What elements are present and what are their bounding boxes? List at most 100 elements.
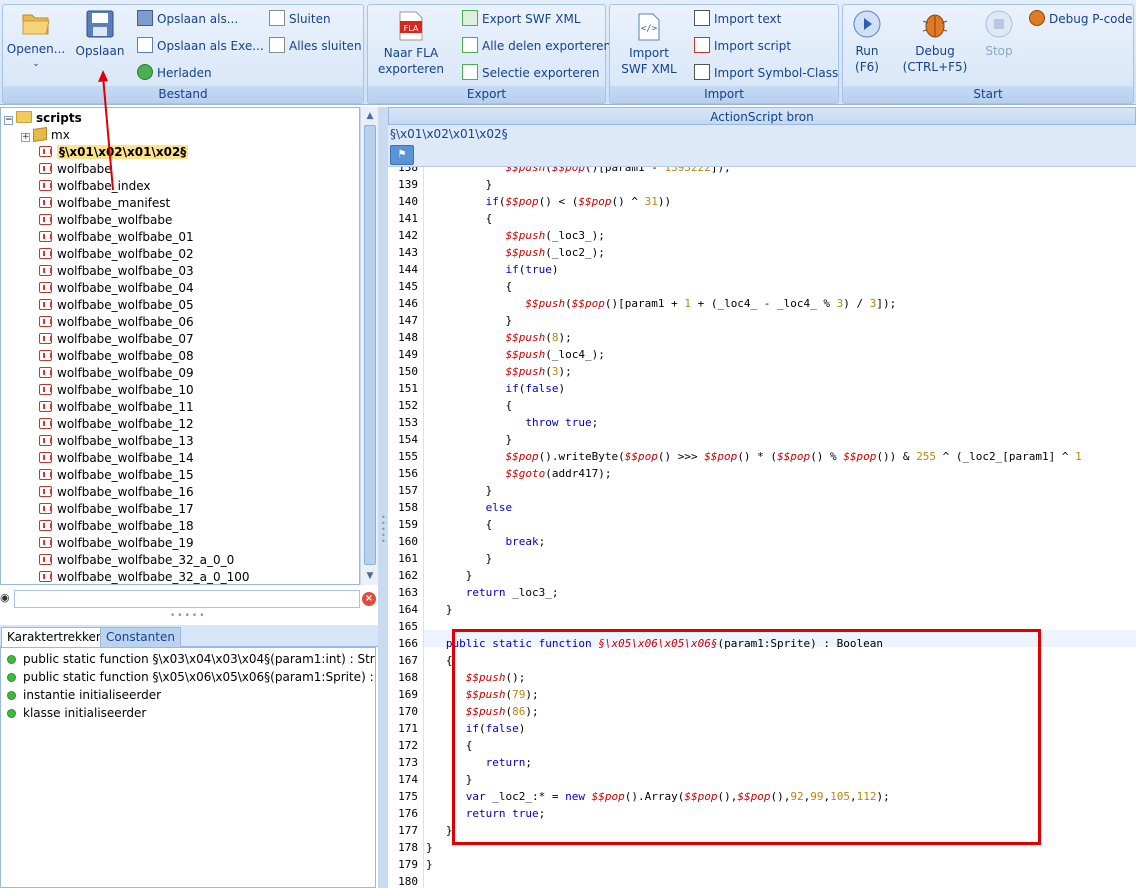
- tree-node-scripts[interactable]: − scripts: [4, 110, 82, 127]
- export-selection-icon: [462, 64, 478, 80]
- line-number: 139: [398, 178, 418, 191]
- import-symbol-class-button[interactable]: Import Symbol-Class: [694, 63, 838, 83]
- tree-node-script[interactable]: wolfbabe_manifest: [39, 195, 170, 212]
- debug-pcode-button[interactable]: Debug P-code: [1029, 9, 1133, 29]
- script-icon: [39, 282, 52, 293]
- code-line: if(false): [505, 382, 566, 395]
- import-text-label: Import text: [714, 12, 782, 26]
- open-button[interactable]: Openen... ⌄: [5, 9, 67, 71]
- code-line: $$push($$pop()[param1 - 1393222]);: [505, 167, 731, 174]
- export-selection-button[interactable]: Selectie exporteren: [462, 63, 599, 83]
- tree-node-label: wolfbabe_wolfbabe_01: [57, 230, 194, 244]
- import-script-icon: [694, 37, 710, 53]
- import-script-label: Import script: [714, 39, 792, 53]
- group-label-start: Start: [843, 86, 1133, 103]
- trait-item[interactable]: klasse initialiseerder: [7, 704, 146, 722]
- tree-node-label: wolfbabe_wolfbabe_10: [57, 383, 194, 397]
- import-symbol-label: Import Symbol-Class: [714, 66, 839, 80]
- close-all-button[interactable]: Alles sluiten: [269, 36, 362, 56]
- tree-node-label: wolfbabe_wolfbabe_13: [57, 434, 194, 448]
- tree-node-script[interactable]: wolfbabe_wolfbabe_17: [39, 501, 194, 518]
- import-swf-xml-button[interactable]: </> Import SWF XML: [614, 13, 684, 77]
- tree-node-label: wolfbabe_wolfbabe_12: [57, 417, 194, 431]
- expand-toggle-icon[interactable]: +: [21, 133, 30, 142]
- scroll-up-icon[interactable]: ▲: [364, 109, 376, 123]
- code-line: if(true): [505, 263, 559, 276]
- tab-traits[interactable]: Karaktertrekken: [1, 627, 110, 647]
- line-number: 155: [398, 450, 418, 463]
- tree-node-script[interactable]: wolfbabe_wolfbabe_13: [39, 433, 194, 450]
- tree-node-label: wolfbabe_wolfbabe_18: [57, 519, 194, 533]
- tree-node-mx[interactable]: + mx: [21, 127, 70, 144]
- tree-node-script[interactable]: wolfbabe_wolfbabe_11: [39, 399, 194, 416]
- tree-node-script[interactable]: wolfbabe_wolfbabe_04: [39, 280, 194, 297]
- export-swf-xml-button[interactable]: Export SWF XML: [462, 9, 581, 29]
- line-number: 158: [398, 501, 418, 514]
- tree-node-script[interactable]: wolfbabe_wolfbabe_09: [39, 365, 194, 382]
- tree-node-script[interactable]: wolfbabe_wolfbabe_32_a_0_100: [39, 569, 250, 584]
- tree-node-script[interactable]: wolfbabe_wolfbabe_14: [39, 450, 194, 467]
- code-editor[interactable]: 138 139 140 141 142 143 144 145 146 147 148 149 150 1…: [388, 167, 1136, 888]
- collapse-toggle-icon[interactable]: −: [4, 116, 13, 125]
- import-swf-label-2: SWF XML: [621, 62, 677, 76]
- tree-node-label: wolfbabe_wolfbabe_32_a_0_0: [57, 553, 235, 567]
- export-all-button[interactable]: Alle delen exporteren: [462, 36, 611, 56]
- save-as-button[interactable]: Opslaan als...: [137, 9, 238, 29]
- line-number: 176: [398, 807, 418, 820]
- debug-button[interactable]: Debug (CTRL+F5): [899, 9, 971, 75]
- tree-node-script[interactable]: wolfbabe_wolfbabe_03: [39, 263, 194, 280]
- tree-node-script[interactable]: wolfbabe_wolfbabe_07: [39, 331, 194, 348]
- clear-search-icon[interactable]: ×: [362, 592, 376, 606]
- splitter-grip[interactable]: •••••: [170, 612, 210, 621]
- tree-node-script[interactable]: wolfbabe_wolfbabe_19: [39, 535, 194, 552]
- export-swf-xml-label: Export SWF XML: [482, 12, 581, 26]
- tree-node-script[interactable]: wolfbabe_wolfbabe_18: [39, 518, 194, 535]
- line-number: 148: [398, 331, 418, 344]
- close-button[interactable]: Sluiten: [269, 9, 331, 29]
- vertical-splitter[interactable]: • • • • •: [378, 107, 388, 888]
- tree-node-script[interactable]: wolfbabe_wolfbabe_01: [39, 229, 194, 246]
- import-script-button[interactable]: Import script: [694, 36, 791, 56]
- code-line: var _loc2_:* = new $$pop().Array($$pop()…: [465, 790, 890, 803]
- tree-scrollbar[interactable]: ▲ ▼: [360, 107, 378, 585]
- tree-node-script[interactable]: wolfbabe_wolfbabe_02: [39, 246, 194, 263]
- trait-label: instantie initialiseerder: [23, 688, 162, 702]
- tag-button[interactable]: ⚑: [390, 145, 414, 165]
- save-as-exe-button[interactable]: Opslaan als Exe...: [137, 36, 264, 56]
- script-icon: [39, 367, 52, 378]
- tree-node-script[interactable]: wolfbabe_wolfbabe_16: [39, 484, 194, 501]
- tree-node-script[interactable]: wolfbabe: [39, 161, 112, 178]
- reload-button[interactable]: Herladen: [137, 63, 212, 83]
- import-text-button[interactable]: Import text: [694, 9, 781, 29]
- panel-title: ActionScript bron: [388, 107, 1136, 125]
- search-input[interactable]: [14, 590, 360, 608]
- tree-node-script[interactable]: wolfbabe_wolfbabe_10: [39, 382, 194, 399]
- tree-node-script[interactable]: wolfbabe_wolfbabe_06: [39, 314, 194, 331]
- tree-node-script[interactable]: wolfbabe_wolfbabe_12: [39, 416, 194, 433]
- tree-node-script[interactable]: wolfbabe_wolfbabe_05: [39, 297, 194, 314]
- line-number-gutter: 138 139 140 141 142 143 144 145 146 147 148 149 150 1…: [388, 167, 424, 888]
- trait-item[interactable]: public static function §\x03\x04\x03\x04…: [7, 650, 375, 668]
- line-number: 157: [398, 484, 418, 497]
- scrollbar-thumb[interactable]: [364, 125, 376, 565]
- export-fla-button[interactable]: FLA Naar FLA exporteren: [374, 11, 448, 77]
- save-button[interactable]: Opslaan: [69, 9, 131, 59]
- export-fla-label-2: exporteren: [378, 62, 444, 76]
- tree-node-script[interactable]: wolfbabe_wolfbabe: [39, 212, 172, 229]
- stop-button[interactable]: Stop: [977, 9, 1021, 59]
- import-swf-label-1: Import: [629, 46, 669, 60]
- export-xml-icon: [462, 10, 478, 26]
- line-number: 151: [398, 382, 418, 395]
- scroll-down-icon[interactable]: ▼: [364, 569, 376, 583]
- script-tree[interactable]: − scripts + mx §\x01\x02\x01\x02§ wolfbabe…: [0, 107, 360, 585]
- tree-node-selected[interactable]: §\x01\x02\x01\x02§: [39, 144, 189, 161]
- tree-node-script[interactable]: wolfbabe_wolfbabe_32_a_0_0: [39, 552, 234, 569]
- tree-node-script[interactable]: wolfbabe_index: [39, 178, 151, 195]
- tree-node-label: wolfbabe_wolfbabe_05: [57, 298, 194, 312]
- tab-constants[interactable]: Constanten: [100, 627, 181, 647]
- tree-node-script[interactable]: wolfbabe_wolfbabe_15: [39, 467, 194, 484]
- tree-node-script[interactable]: wolfbabe_wolfbabe_08: [39, 348, 194, 365]
- run-button[interactable]: Run (F6): [847, 9, 887, 75]
- trait-item[interactable]: public static function §\x05\x06\x05\x06…: [7, 668, 375, 686]
- trait-item[interactable]: instantie initialiseerder: [7, 686, 161, 704]
